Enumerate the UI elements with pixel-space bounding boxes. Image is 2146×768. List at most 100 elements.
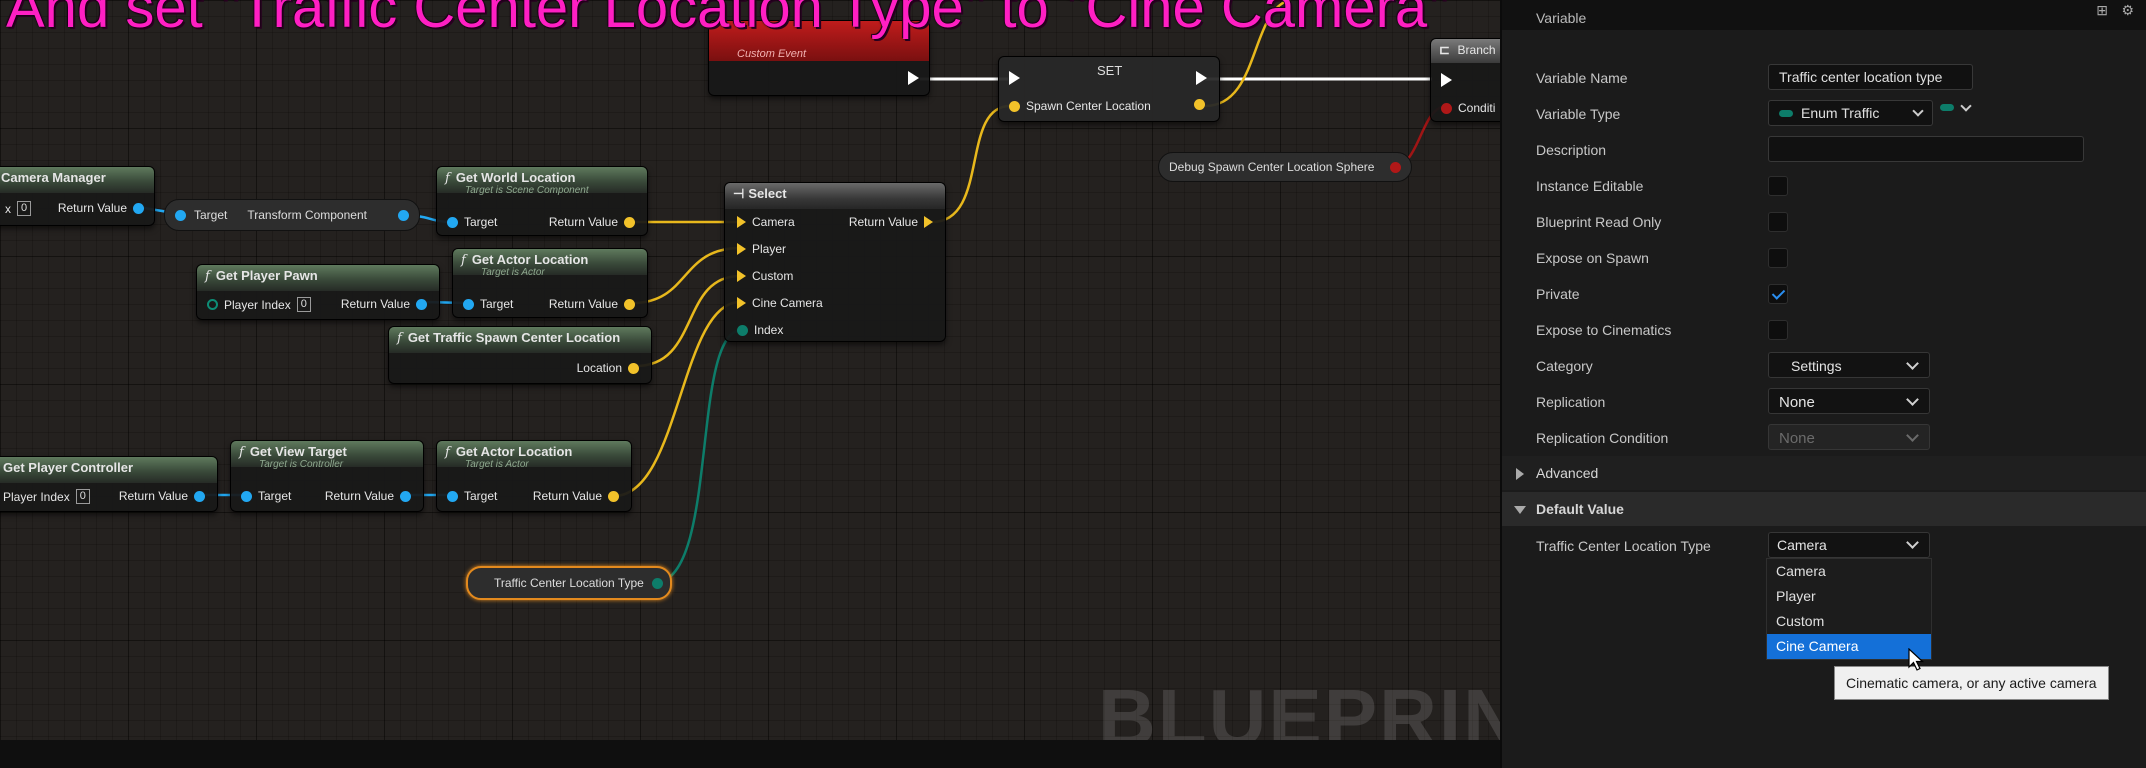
get-player-pawn-node[interactable]: f Get Player Pawn Player Index 0 Return Va… xyxy=(196,264,440,320)
blueprint-watermark: BLUEPRINT xyxy=(1098,673,1500,740)
set-node-pin-label: Spawn Center Location xyxy=(1026,99,1151,113)
get-actor-location-node[interactable]: f Get Actor Location Target is Actor Targ… xyxy=(452,248,648,318)
option-pin[interactable] xyxy=(737,297,746,309)
variable-name-input[interactable]: Traffic center location type xyxy=(1768,64,1973,90)
return-label: Return Value xyxy=(324,489,394,503)
default-value-current: Camera xyxy=(1777,537,1827,553)
bool-in-pin[interactable] xyxy=(1441,102,1452,114)
blueprint-read-only-label: Blueprint Read Only xyxy=(1536,214,1662,230)
category-dropdown[interactable]: Settings xyxy=(1768,352,1930,378)
get-traffic-spawn-center-node[interactable]: f Get Traffic Spawn Center Location Locat… xyxy=(388,326,652,384)
transform-pill-target: Target xyxy=(194,208,228,222)
exec-out-pin[interactable] xyxy=(908,71,919,85)
vector-in-pin[interactable] xyxy=(1009,100,1020,112)
get-actor-location-title: Get Actor Location xyxy=(471,252,589,267)
select-option-player: Player xyxy=(752,242,787,256)
object-in-pin[interactable] xyxy=(447,216,458,228)
player-index-value[interactable]: 0 xyxy=(296,297,311,312)
variable-type-dropdown[interactable]: Enum Traffic xyxy=(1768,100,1933,126)
option-pin[interactable] xyxy=(737,270,746,282)
enum-in-pin[interactable] xyxy=(737,324,748,336)
object-in-pin[interactable] xyxy=(463,298,474,310)
dropdown-option-player[interactable]: Player xyxy=(1767,584,1931,609)
bool-out-pin[interactable] xyxy=(1390,161,1401,173)
private-row: Private xyxy=(1502,276,2146,312)
player-index-value[interactable]: 0 xyxy=(75,489,90,504)
player-index-label: Player Index xyxy=(3,489,70,504)
details-topbar: Variable ⊞ ⚙ xyxy=(1502,0,2146,30)
get-actor-location-subtitle: Target is Actor xyxy=(465,459,529,470)
dropdown-option-cine-camera[interactable]: Cine Camera xyxy=(1767,634,1931,659)
vector-out-pin[interactable] xyxy=(1194,99,1205,110)
description-input[interactable] xyxy=(1768,136,2084,162)
vector-out-pin[interactable] xyxy=(624,298,635,310)
object-in-pin[interactable] xyxy=(447,490,458,502)
option-pin[interactable] xyxy=(737,216,746,228)
default-value-section-header[interactable]: Default Value xyxy=(1502,492,2146,526)
default-value-dropdown[interactable]: Camera xyxy=(1768,532,1930,558)
get-world-location-subtitle: Target is Scene Component xyxy=(465,185,589,196)
transform-component-pill[interactable]: Target Transform Component xyxy=(164,199,420,231)
object-out-pin[interactable] xyxy=(398,209,409,221)
get-player-controller-node[interactable]: Get Player Controller Player Index 0 Retu… xyxy=(0,456,218,512)
function-icon: f xyxy=(461,253,466,268)
private-checkbox[interactable] xyxy=(1768,284,1788,304)
select-node[interactable]: ⊣ Select Camera Player Custom Cine Camera… xyxy=(724,182,946,342)
advanced-section-header[interactable]: Advanced xyxy=(1502,456,2146,490)
exec-in-pin[interactable] xyxy=(1441,73,1452,87)
private-label: Private xyxy=(1536,286,1580,302)
expose-to-cinematics-checkbox[interactable] xyxy=(1768,320,1788,340)
set-node[interactable]: SET Spawn Center Location xyxy=(998,56,1220,122)
vector-out-pin[interactable] xyxy=(628,362,639,374)
object-in-pin[interactable] xyxy=(241,490,252,502)
get-actor-location-node[interactable]: f Get Actor Location Target is Actor Targ… xyxy=(436,440,632,512)
vector-out-pin[interactable] xyxy=(624,216,635,228)
blueprint-graph[interactable]: Custom Event SET Spawn Center Location ⊏… xyxy=(0,0,1500,740)
variable-type-value: Enum Traffic xyxy=(1801,105,1880,121)
instance-editable-label: Instance Editable xyxy=(1536,178,1644,194)
get-view-target-node[interactable]: f Get View Target Target is Controller Ta… xyxy=(230,440,424,512)
object-out-pin[interactable] xyxy=(416,298,427,310)
object-in-pin[interactable] xyxy=(175,209,186,221)
target-label: Target xyxy=(258,489,292,503)
category-value: Settings xyxy=(1791,358,1842,374)
instance-editable-row: Instance Editable xyxy=(1502,168,2146,204)
vector-out-pin[interactable] xyxy=(924,216,933,228)
traffic-var-label: Traffic Center Location Type xyxy=(494,576,644,590)
object-out-pin[interactable] xyxy=(133,202,144,214)
int-in-pin[interactable] xyxy=(207,299,218,310)
enum-out-pin[interactable] xyxy=(651,577,663,589)
object-out-pin[interactable] xyxy=(400,490,411,502)
container-type-dropdown[interactable] xyxy=(1940,99,1972,112)
replication-dropdown[interactable]: None xyxy=(1768,388,1930,414)
layout-icon[interactable]: ⊞ xyxy=(2096,2,2108,19)
settings-icon[interactable]: ⚙ xyxy=(2121,2,2134,19)
dropdown-option-camera[interactable]: Camera xyxy=(1767,559,1931,584)
branch-icon: ⊏ xyxy=(1439,42,1450,57)
exec-out-pin[interactable] xyxy=(1196,71,1207,85)
branch-node[interactable]: ⊏ Branch Conditi xyxy=(1430,38,1500,122)
expose-to-cinematics-row: Expose to Cinematics xyxy=(1502,312,2146,348)
vector-out-pin[interactable] xyxy=(608,490,619,502)
instance-editable-checkbox[interactable] xyxy=(1768,176,1788,196)
blueprint-read-only-checkbox[interactable] xyxy=(1768,212,1788,232)
collapse-arrow-icon xyxy=(1514,506,1526,514)
category-row: Category Settings xyxy=(1502,348,2146,384)
dropdown-option-custom[interactable]: Custom xyxy=(1767,609,1931,634)
object-out-pin[interactable] xyxy=(194,490,205,502)
description-row: Description xyxy=(1502,132,2146,168)
target-label: Target xyxy=(464,215,498,229)
player-index-label: Player Index xyxy=(224,297,291,312)
traffic-center-location-type-pill[interactable]: Traffic Center Location Type xyxy=(466,566,672,600)
return-label: Return Value xyxy=(118,489,188,503)
expand-arrow-icon xyxy=(1516,468,1524,480)
camera-manager-node[interactable]: Camera Manager x0 Return Value xyxy=(0,166,155,226)
set-node-title: SET xyxy=(1097,63,1123,78)
option-pin[interactable] xyxy=(737,243,746,255)
section-variable-label: Variable xyxy=(1536,10,1587,26)
exec-in-pin[interactable] xyxy=(1009,71,1020,85)
get-world-location-node[interactable]: f Get World Location Target is Scene Comp… xyxy=(436,166,648,236)
expose-on-spawn-checkbox[interactable] xyxy=(1768,248,1788,268)
debug-spawn-center-pill[interactable]: Debug Spawn Center Location Sphere xyxy=(1158,152,1412,182)
camera-manager-index[interactable]: 0 xyxy=(17,201,32,216)
